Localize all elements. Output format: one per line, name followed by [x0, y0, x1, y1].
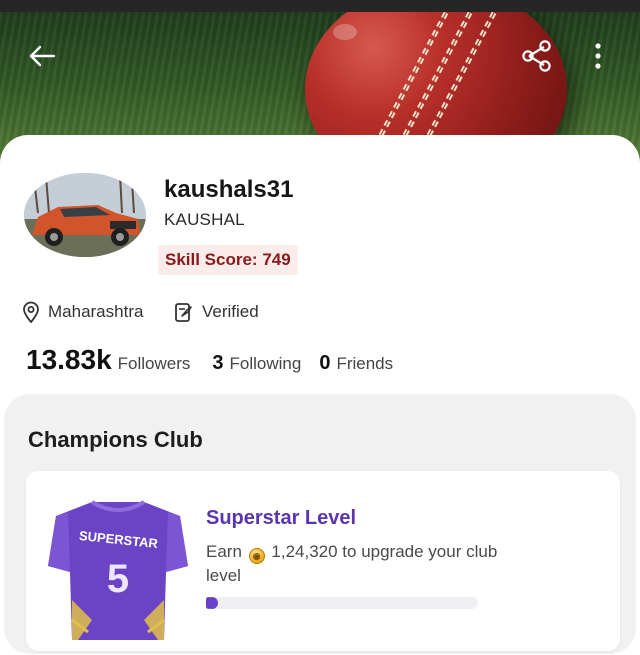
followers-label[interactable]: Followers	[118, 354, 191, 374]
club-level-title: Superstar Level	[206, 507, 357, 529]
full-name: KAUSHAL	[164, 210, 245, 229]
location-info: Maharashtra	[22, 298, 143, 326]
location-pin-icon	[23, 301, 39, 323]
more-vertical-icon	[595, 43, 601, 69]
profile-stats: 13.83k Followers 3 Following 0 Friends	[26, 344, 393, 380]
back-button[interactable]	[22, 38, 62, 74]
club-progress-dot	[206, 597, 218, 609]
verified-clipboard-icon	[175, 303, 192, 322]
verified-text: Verified	[202, 302, 259, 321]
share-button[interactable]	[516, 36, 558, 76]
share-icon	[522, 40, 551, 72]
coin-icon: ◉	[248, 548, 265, 564]
avatar-car-image	[24, 173, 146, 257]
avatar[interactable]	[24, 173, 146, 257]
following-count[interactable]: 3	[212, 352, 223, 375]
location-text: Maharashtra	[48, 302, 144, 321]
earn-prefix: Earn	[206, 542, 242, 561]
skill-score-badge: Skill Score: 749	[158, 245, 298, 275]
upgrade-info: Earn ◉ 1,24,320 to upgrade your club lev…	[206, 540, 506, 587]
jersey-image: SUPERSTAR 5	[48, 500, 188, 640]
back-arrow-icon	[29, 45, 56, 67]
jersey-number: 5	[107, 557, 129, 601]
champions-club-title: Champions Club	[28, 427, 203, 452]
status-bar	[0, 0, 640, 12]
verified-info: Verified	[174, 298, 259, 326]
club-progress-bar	[206, 597, 478, 609]
username: kaushals31	[164, 176, 294, 203]
friends-label[interactable]: Friends	[336, 354, 393, 374]
more-options-button[interactable]	[584, 38, 612, 74]
friends-count[interactable]: 0	[319, 352, 330, 375]
ball-glare	[333, 24, 357, 40]
following-label[interactable]: Following	[230, 354, 302, 374]
followers-count[interactable]: 13.83k	[26, 344, 112, 376]
earn-amount: 1,24,320 to upgrade your club level	[206, 542, 498, 585]
